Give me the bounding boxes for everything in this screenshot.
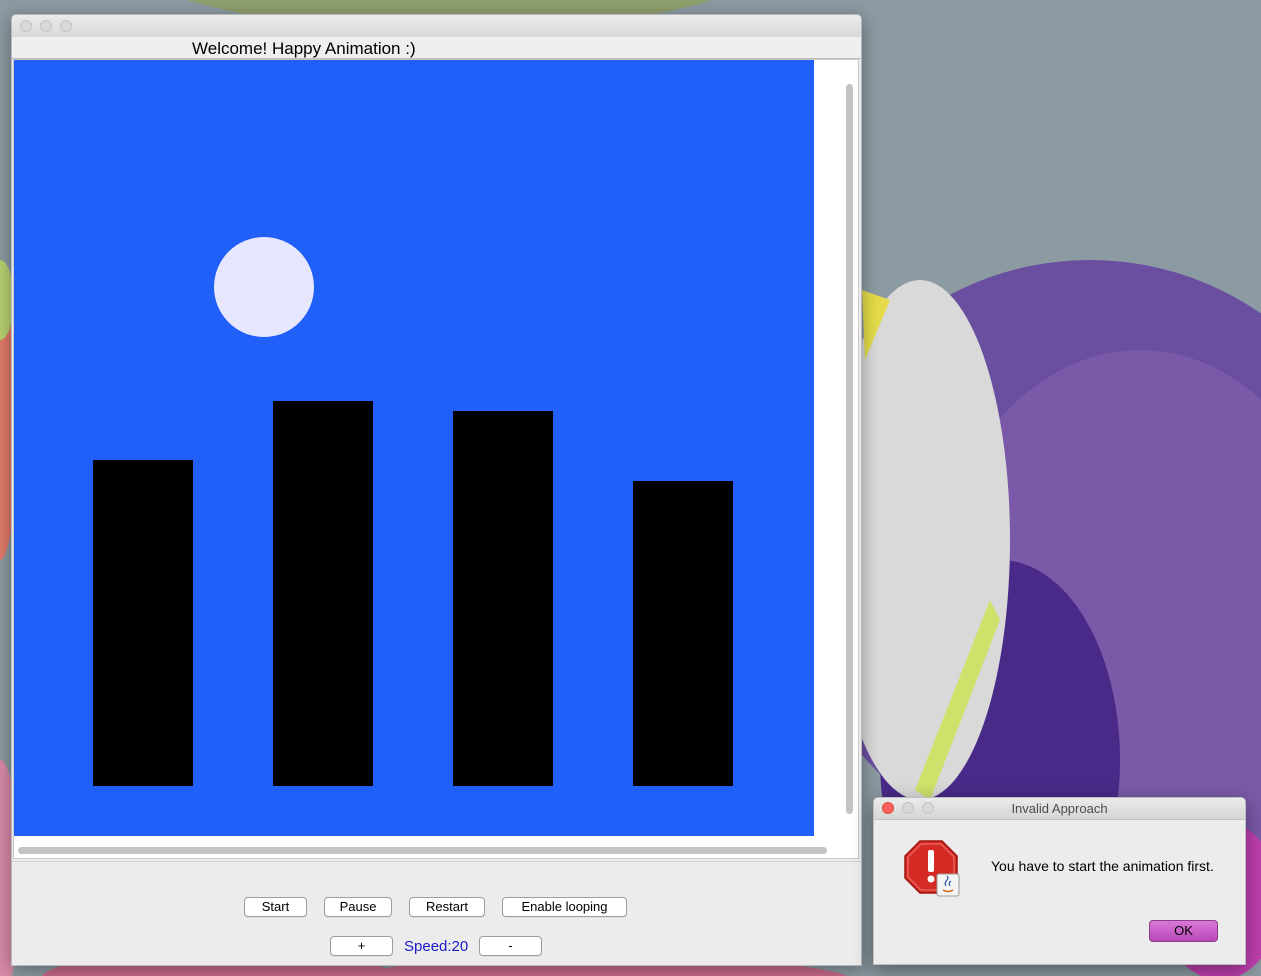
speed-label: Speed:20 bbox=[404, 938, 469, 955]
speed-increase-button[interactable]: + bbox=[330, 936, 393, 956]
close-icon[interactable] bbox=[20, 20, 32, 32]
building-1 bbox=[93, 460, 193, 786]
building-3 bbox=[453, 411, 553, 786]
canvas-scroll-pane[interactable] bbox=[13, 59, 859, 859]
dialog-message: You have to start the animation first. bbox=[991, 858, 1214, 874]
dialog-title: Invalid Approach bbox=[1011, 801, 1108, 816]
enable-looping-button[interactable]: Enable looping bbox=[502, 897, 627, 917]
animation-window: Welcome! Happy Animation :) Start Pause … bbox=[11, 14, 862, 966]
window-titlebar[interactable] bbox=[12, 15, 861, 38]
invalid-approach-dialog: Invalid Approach You have to start the a… bbox=[873, 797, 1246, 965]
horizontal-scrollbar-thumb[interactable] bbox=[18, 847, 827, 854]
speed-decrease-button[interactable]: - bbox=[479, 936, 542, 956]
minimize-icon[interactable] bbox=[40, 20, 52, 32]
start-button[interactable]: Start bbox=[244, 897, 307, 917]
dialog-titlebar[interactable]: Invalid Approach bbox=[874, 798, 1245, 820]
vertical-scrollbar[interactable] bbox=[844, 62, 856, 832]
ok-button[interactable]: OK bbox=[1149, 920, 1218, 942]
restart-button[interactable]: Restart bbox=[409, 897, 485, 917]
building-2 bbox=[273, 401, 373, 786]
pause-button[interactable]: Pause bbox=[324, 897, 392, 917]
stop-warning-icon bbox=[904, 840, 960, 897]
welcome-text: Welcome! Happy Animation :) bbox=[192, 39, 416, 58]
vertical-scrollbar-thumb[interactable] bbox=[846, 84, 853, 814]
control-panel: Start Pause Restart Enable looping + Spe… bbox=[12, 861, 861, 965]
building-4 bbox=[633, 481, 733, 786]
animation-canvas bbox=[14, 60, 814, 836]
moon bbox=[214, 237, 314, 337]
zoom-icon[interactable] bbox=[60, 20, 72, 32]
welcome-banner: Welcome! Happy Animation :) bbox=[12, 37, 861, 59]
